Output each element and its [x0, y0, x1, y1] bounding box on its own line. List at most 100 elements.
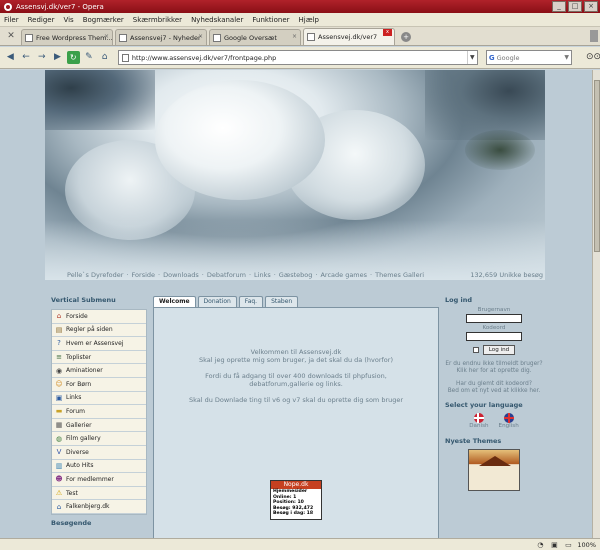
remember-checkbox[interactable]	[472, 347, 479, 353]
theme-thumbnail[interactable]	[468, 449, 520, 491]
nope-counter-widget[interactable]: Nope.dk Hjemmesider Online: 1 Position: …	[270, 480, 322, 520]
edit-pen-icon[interactable]: ✎	[83, 51, 96, 64]
nav-link-forside[interactable]: Forside	[132, 271, 155, 279]
tab-google-oversaet[interactable]: Google Oversæt ×	[209, 29, 301, 45]
back-icon[interactable]: ◀	[4, 51, 17, 64]
vertical-scrollbar[interactable]	[592, 70, 600, 538]
back-arrow-icon[interactable]: ←	[20, 51, 33, 64]
welcome-line: debatforum,gallerie og links.	[249, 380, 343, 388]
menu-item-filer[interactable]: Filer	[4, 16, 19, 24]
menu-item-vis[interactable]: Vis	[63, 16, 73, 24]
submenu-item-toplister[interactable]: ≡ Toplister	[52, 350, 146, 365]
submenu-item-forum[interactable]: ▬ Forum	[52, 405, 146, 419]
turbo-icon[interactable]: ◔	[535, 541, 545, 549]
menu-item-hjaelp[interactable]: Hjælp	[299, 16, 319, 24]
login-button[interactable]: Log ind	[482, 345, 516, 355]
fast-forward-icon[interactable]: ▶	[51, 51, 64, 64]
tab-close-icon[interactable]: ×	[198, 33, 203, 40]
display-icon[interactable]: ▭	[563, 541, 573, 549]
visitors-title: Besøgende	[51, 518, 92, 527]
tab-donation[interactable]: Donation	[197, 296, 237, 307]
list-icon: ≡	[56, 353, 62, 362]
submenu-item-film-gallery[interactable]: ◍ Film gallery	[52, 432, 146, 446]
tab-list-icon[interactable]	[590, 30, 598, 42]
menu-item-bogmaerker[interactable]: Bogmærker	[83, 16, 124, 24]
search-field[interactable]: G Google ▼	[485, 50, 572, 65]
submenu-item-forside[interactable]: ⌂ Forside	[52, 310, 146, 324]
nav-link-downloads[interactable]: Downloads	[163, 271, 199, 279]
glasses-icon[interactable]: ⊙⊙	[586, 52, 600, 64]
submenu-item-for-born[interactable]: ☺ For Børn	[52, 377, 146, 392]
nav-link-arcade[interactable]: Arcade games	[320, 271, 367, 279]
home-icon: ⌂	[56, 502, 62, 511]
new-tab-icon[interactable]: +	[401, 32, 411, 42]
menu-item-funktioner[interactable]: Funktioner	[252, 16, 289, 24]
rose-banner-image	[45, 70, 545, 280]
minimize-button[interactable]: _	[552, 1, 566, 12]
nav-link-debatforum[interactable]: Debatforum	[207, 271, 246, 279]
nav-link-dyrefoder[interactable]: Pelle`s Dyrefoder	[67, 271, 123, 279]
danish-flag-icon	[473, 413, 484, 423]
tab-welcome[interactable]: Welcome	[153, 296, 196, 307]
menu-item-rediger[interactable]: Rediger	[28, 16, 55, 24]
home-icon[interactable]: ⌂	[98, 51, 111, 64]
menu-item-nyhedskanaler[interactable]: Nyhedskanaler	[191, 16, 243, 24]
language-danish[interactable]: Danish	[469, 413, 489, 429]
submenu-item-falkenbjerg[interactable]: ⌂ Falkenbjerg.dk	[52, 500, 146, 514]
submenu-item-diverse[interactable]: V Diverse	[52, 445, 146, 460]
tab-assensvej-ver7[interactable]: Assensvej.dk/ver7 x	[303, 28, 395, 45]
maximize-button[interactable]: □	[568, 1, 582, 12]
menu-item-skaermbrikker[interactable]: Skærmbrikker	[133, 16, 182, 24]
film-icon: ◉	[55, 366, 63, 375]
submenu-label: Regler på siden	[66, 326, 113, 334]
submenu-item-test[interactable]: ⚠ Test	[52, 486, 146, 501]
chevron-down-icon[interactable]: ▼	[466, 51, 477, 64]
submenu-item-auto-hits[interactable]: ▥ Auto Hits	[52, 459, 146, 474]
forgot-link[interactable]: Bed om et nyt ved at klikke her.	[445, 388, 543, 395]
zoom-level[interactable]: 100%	[577, 541, 596, 549]
chevron-down-icon[interactable]: ▼	[564, 54, 571, 61]
page-favicon-icon	[213, 33, 221, 42]
signup-link[interactable]: Klik her for at oprette dig.	[445, 368, 543, 375]
tab-close-icon[interactable]: x	[383, 29, 392, 36]
submenu-item-hvem[interactable]: ? Hvem er Assensvej	[52, 337, 146, 351]
image-toggle-icon[interactable]: ▣	[549, 541, 559, 549]
question-icon: ?	[57, 339, 61, 348]
nope-title: Nope.dk	[271, 481, 321, 489]
submenu-label: Forside	[66, 312, 88, 320]
reload-icon[interactable]: ↻	[66, 51, 80, 64]
nav-link-links[interactable]: Links	[254, 271, 271, 279]
right-sidebar: Log ind Brugernavn Kodeord Log ind Er du…	[445, 296, 543, 538]
tab-assensvej-nyheder[interactable]: Assensvej7 - Nyheder ×	[115, 29, 207, 45]
password-label: Kodeord	[482, 325, 506, 331]
tab-close-icon[interactable]: ×	[292, 33, 297, 40]
language-english[interactable]: English	[499, 413, 519, 429]
nav-link-gaestebog[interactable]: Gæstebog	[279, 271, 313, 279]
submenu-item-aminationer[interactable]: ◉ Aminationer	[52, 364, 146, 378]
house-icon: ⌂	[56, 312, 62, 321]
welcome-text: Velkommen til Assensvej.dk Skal jeg opre…	[154, 348, 438, 412]
submenu-label: Gallerier	[66, 421, 92, 429]
tools-icon[interactable]: ✕	[4, 29, 18, 43]
password-field[interactable]	[466, 332, 522, 341]
username-label: Brugernavn	[477, 307, 511, 313]
page-favicon-icon	[25, 33, 33, 42]
tab-wordpress-themes[interactable]: Free Wordpress Them... ×	[21, 29, 113, 45]
tab-close-icon[interactable]: ×	[104, 33, 109, 40]
username-field[interactable]	[466, 314, 522, 323]
picture-icon: ▦	[55, 421, 63, 430]
address-url: http://www.assensvej.dk/ver7/frontpage.p…	[131, 53, 277, 62]
submenu-item-gallerier[interactable]: ▦ Gallerier	[52, 418, 146, 433]
submenu-item-regler[interactable]: ▤ Regler på siden	[52, 323, 146, 338]
scrollbar-thumb[interactable]	[594, 80, 600, 252]
submenu-item-links[interactable]: ▣ Links	[52, 391, 146, 406]
nav-link-themes[interactable]: Themes Galleri	[375, 271, 424, 279]
tab-label: Assensvej.dk/ver7	[318, 33, 378, 41]
address-field[interactable]: http://www.assensvej.dk/ver7/frontpage.p…	[117, 50, 478, 65]
language-label: Danish	[469, 423, 489, 429]
tab-staben[interactable]: Staben	[265, 296, 299, 307]
tab-faq[interactable]: Faq.	[238, 296, 264, 307]
forward-icon[interactable]: →	[35, 51, 48, 64]
submenu-item-for-medlemmer[interactable]: ☻ For medlemmer	[52, 473, 146, 487]
close-button[interactable]: ×	[584, 1, 598, 12]
